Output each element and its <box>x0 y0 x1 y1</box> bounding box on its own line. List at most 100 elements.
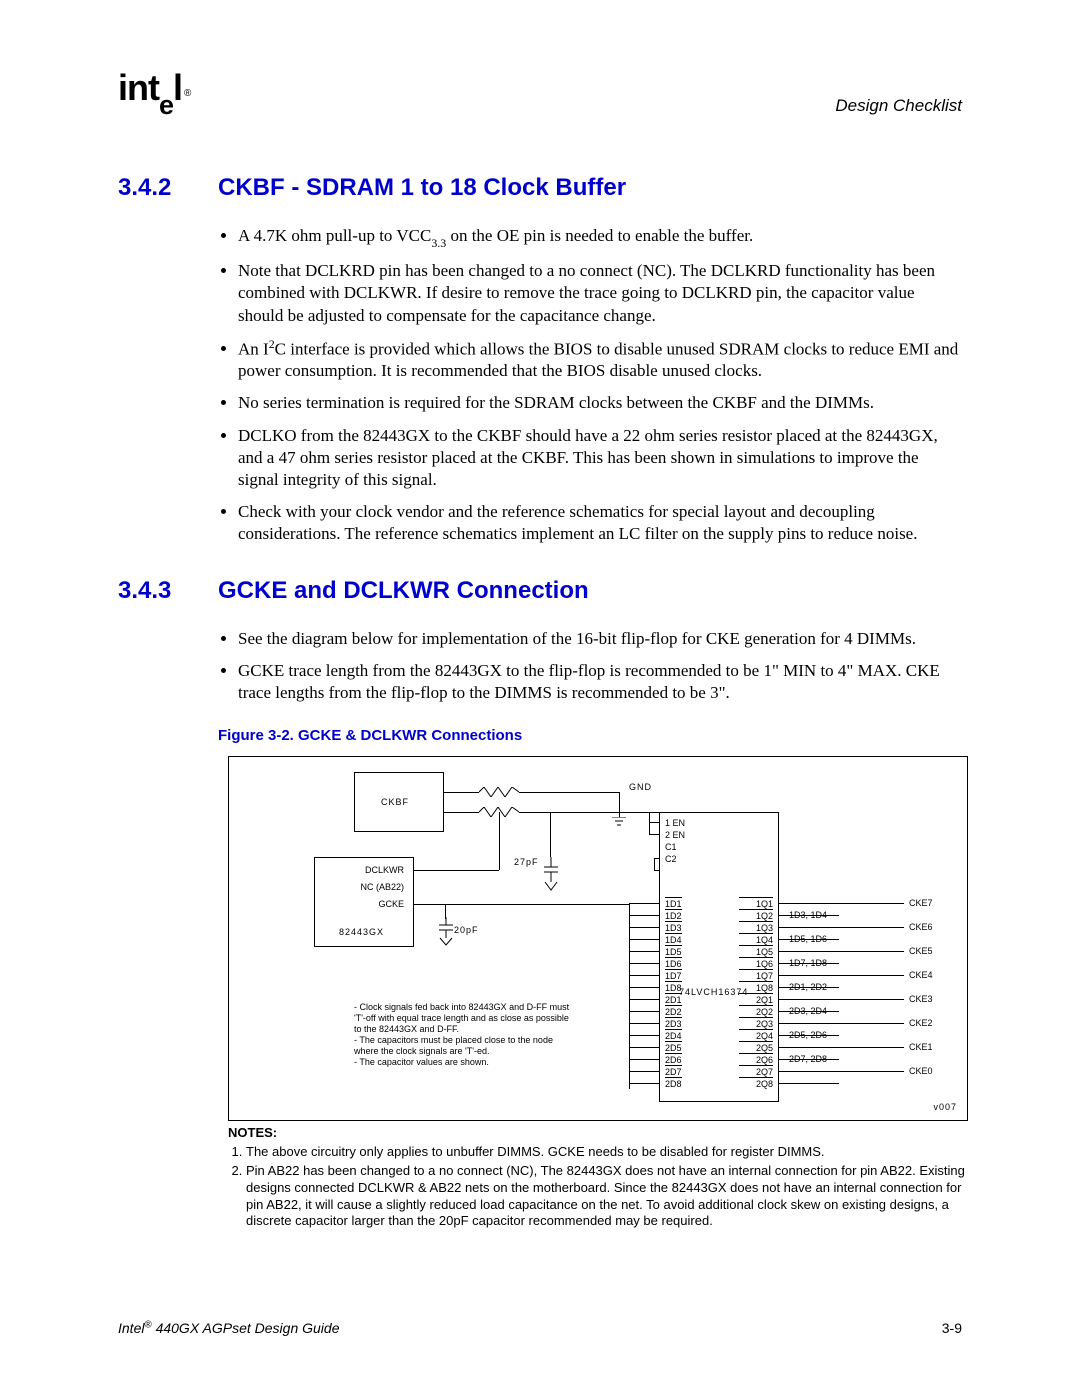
figure-caption: Figure 3-2. GCKE & DCLKWR Connections <box>218 726 962 746</box>
q-pin-label: 1Q1 <box>739 897 773 909</box>
q-feedback-list: 1D3, 1D41D5, 1D61D7, 1D82D1, 2D22D3, 2D4… <box>789 897 827 1089</box>
d-pin-label: 2D6 <box>665 1053 682 1065</box>
q-pin-label: 1Q3 <box>739 921 773 933</box>
q-pin-list: 1Q11Q21Q31Q41Q51Q61Q71Q82Q12Q22Q32Q42Q52… <box>739 897 773 1089</box>
d-pin-list: 1D11D21D31D41D51D61D71D82D12D22D32D42D52… <box>665 897 682 1089</box>
d-pin-label: 1D6 <box>665 957 682 969</box>
q-pin-label: 2Q2 <box>739 1005 773 1017</box>
wire <box>499 812 500 870</box>
wire <box>414 904 629 905</box>
resistor-icon <box>479 787 519 801</box>
notes-block: NOTES: The above circuitry only applies … <box>228 1125 968 1230</box>
wire <box>629 915 659 916</box>
q-pin-label: 1Q7 <box>739 969 773 981</box>
d-pin-label: 1D7 <box>665 969 682 981</box>
wire <box>654 858 655 871</box>
wire <box>629 927 659 928</box>
pin-label: C2 <box>665 853 685 865</box>
wire <box>629 1011 659 1012</box>
wire <box>779 999 904 1000</box>
chip-label: 82443GX <box>339 927 384 939</box>
bullet-item: DCLKO from the 82443GX to the CKBF shoul… <box>238 425 962 491</box>
wire <box>629 1035 659 1036</box>
header-section-label: Design Checklist <box>835 95 962 117</box>
note-item: Pin AB22 has been changed to a no connec… <box>246 1163 968 1231</box>
wire <box>779 1083 839 1084</box>
q-pin-label: 2Q4 <box>739 1029 773 1041</box>
wire <box>619 792 620 812</box>
cke-output-label: CKE4 <box>909 969 933 981</box>
wire <box>629 1023 659 1024</box>
wire <box>779 1035 839 1036</box>
q-pin-label: 1Q4 <box>739 933 773 945</box>
section-heading-343: 3.4.3 GCKE and DCLKWR Connection <box>118 575 962 606</box>
cke-output-label: CKE5 <box>909 945 933 957</box>
q-pin-label: 2Q8 <box>739 1077 773 1089</box>
ground-icon <box>612 817 626 833</box>
page-header: intel® Design Checklist <box>118 65 962 117</box>
wire <box>444 792 479 793</box>
d-pin-label: 1D2 <box>665 909 682 921</box>
d-pin-label: 1D3 <box>665 921 682 933</box>
d-pin-label: 2D2 <box>665 1005 682 1017</box>
wire <box>779 927 904 928</box>
cke-output-label <box>909 1005 933 1017</box>
diagram-note: - The capacitors must be placed close to… <box>354 1035 574 1057</box>
wire <box>629 987 659 988</box>
cke-output-label <box>909 981 933 993</box>
capacitor-icon <box>439 917 453 951</box>
cke-output-label: CKE6 <box>909 921 933 933</box>
wire <box>779 987 839 988</box>
bullet-item: A 4.7K ohm pull-up to VCC3.3 on the OE p… <box>238 225 962 250</box>
circuit-diagram: CKBF DCLKWR NC (AB22) GCKE 82443GX 20pF … <box>228 756 968 1121</box>
wire <box>445 904 446 919</box>
en-pin-list: 1 EN 2 EN C1 C2 <box>665 817 685 865</box>
wire <box>649 834 659 835</box>
d-pin-label: 2D8 <box>665 1077 682 1089</box>
diagram-notes: - Clock signals fed back into 82443GX an… <box>354 1002 574 1068</box>
bullet-item: No series termination is required for th… <box>238 392 962 414</box>
section-heading-342: 3.4.2 CKBF - SDRAM 1 to 18 Clock Buffer <box>118 172 962 203</box>
wire <box>629 903 659 904</box>
gnd-label: GND <box>629 782 652 794</box>
intel-logo: intel® <box>118 65 190 117</box>
wire <box>629 1071 659 1072</box>
bullet-item: Note that DCLKRD pin has been changed to… <box>238 260 962 326</box>
wire <box>629 975 659 976</box>
d-pin-label: 1D5 <box>665 945 682 957</box>
wire <box>649 812 650 835</box>
wire <box>629 951 659 952</box>
cke-output-label: CKE1 <box>909 1041 933 1053</box>
bullet-item: Check with your clock vendor and the ref… <box>238 501 962 545</box>
wire <box>779 1071 904 1072</box>
q-pin-label: 2Q7 <box>739 1065 773 1077</box>
q-pin-label: 2Q5 <box>739 1041 773 1053</box>
section-title: CKBF - SDRAM 1 to 18 Clock Buffer <box>218 172 626 203</box>
page-footer: Intel® 440GX AGPset Design Guide 3-9 <box>118 1319 962 1337</box>
nc-pin-label: NC (AB22) <box>324 882 404 894</box>
section-343-body: See the diagram below for implementation… <box>218 628 962 704</box>
cke-output-label: CKE7 <box>909 897 933 909</box>
q-pin-label: 2Q1 <box>739 993 773 1005</box>
cap-20pf-label: 20pF <box>454 925 479 937</box>
wire <box>779 963 839 964</box>
wire <box>629 1083 659 1084</box>
diagram-revision: v007 <box>933 1102 957 1114</box>
capacitor-icon <box>544 857 558 897</box>
wire <box>779 1047 904 1048</box>
bullet-item: See the diagram below for implementation… <box>238 628 962 650</box>
d-pin-label: 2D1 <box>665 993 682 1005</box>
cke-output-label: CKE0 <box>909 1065 933 1077</box>
wire <box>779 1059 839 1060</box>
wire <box>779 951 904 952</box>
page-number: 3-9 <box>942 1319 962 1337</box>
wire <box>629 963 659 964</box>
wire <box>629 1047 659 1048</box>
section-342-body: A 4.7K ohm pull-up to VCC3.3 on the OE p… <box>218 225 962 545</box>
pin-label: C1 <box>665 841 685 853</box>
cke-output-label <box>909 1077 933 1089</box>
wire <box>779 1023 904 1024</box>
gcke-pin-label: GCKE <box>324 899 404 911</box>
bullet-item: An I2C interface is provided which allow… <box>238 337 962 383</box>
wire <box>629 1059 659 1060</box>
